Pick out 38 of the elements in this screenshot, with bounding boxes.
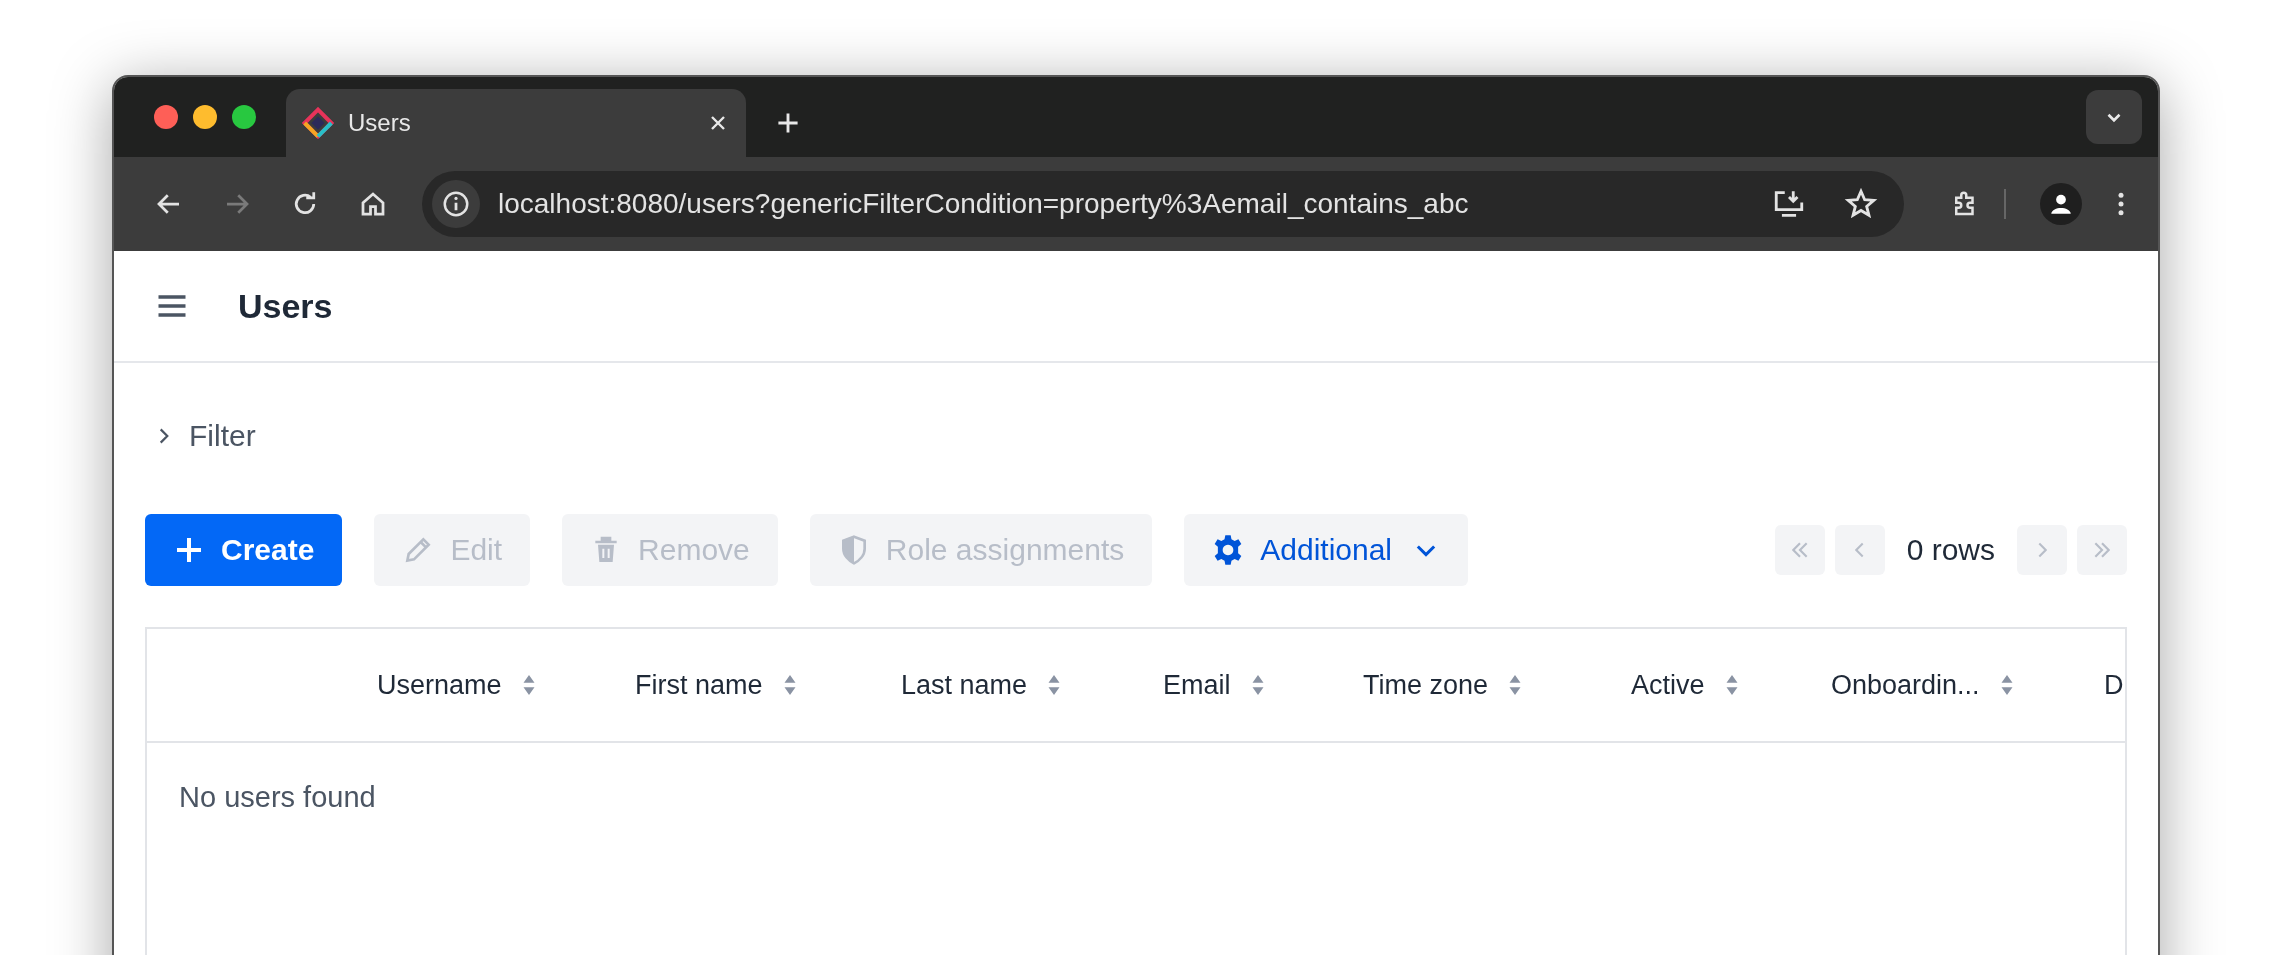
column-header[interactable]: First name bbox=[635, 669, 763, 701]
sort-icon[interactable] bbox=[1047, 674, 1062, 696]
new-tab-icon[interactable] bbox=[776, 111, 800, 135]
double-chevron-left-icon bbox=[1791, 542, 1808, 558]
page-title: Users bbox=[238, 286, 333, 326]
maximize-window-icon[interactable] bbox=[232, 105, 256, 129]
sort-icon[interactable] bbox=[521, 674, 536, 696]
double-chevron-right-icon bbox=[2094, 542, 2110, 558]
empty-message: No users found bbox=[178, 780, 377, 815]
sort-icon[interactable] bbox=[1250, 674, 1265, 696]
column-header[interactable]: Last name bbox=[901, 669, 1028, 701]
sort-icon[interactable] bbox=[1724, 674, 1739, 696]
browser-tab[interactable]: Users bbox=[286, 89, 746, 157]
column-header[interactable]: Time zone bbox=[1363, 669, 1489, 701]
sort-icon[interactable] bbox=[1508, 674, 1523, 696]
chevron-left-icon bbox=[1855, 542, 1865, 558]
site-info-button[interactable] bbox=[432, 180, 480, 228]
column-header[interactable]: Username bbox=[377, 669, 502, 701]
column-header[interactable]: D bbox=[2104, 669, 2124, 701]
address-bar[interactable]: localhost:8080/users?genericFilterCondition=property%3Aemail_contains_abc bbox=[422, 171, 1904, 237]
row-count: 0 rows bbox=[1906, 533, 1995, 567]
column-header[interactable]: Email bbox=[1163, 669, 1231, 701]
minimize-window-icon[interactable] bbox=[193, 105, 217, 129]
create-button[interactable]: Create bbox=[145, 514, 343, 586]
chevron-right-icon bbox=[2037, 542, 2047, 558]
additional-dropdown-button[interactable]: Additional bbox=[1184, 514, 1469, 586]
column-header[interactable]: Onboardin... bbox=[1831, 669, 1980, 701]
filter-toggle[interactable]: Filter bbox=[153, 419, 256, 453]
info-icon bbox=[441, 189, 471, 219]
sort-icon[interactable] bbox=[1999, 674, 2014, 696]
url-text: localhost:8080/users?genericFilterCondition=property%3Aemail_contains_abc bbox=[498, 188, 1470, 220]
profile-avatar[interactable] bbox=[2040, 183, 2082, 225]
tab-title: Users bbox=[348, 109, 412, 137]
close-window-icon[interactable] bbox=[154, 105, 178, 129]
diamond-logo-icon bbox=[302, 107, 334, 139]
sort-icon[interactable] bbox=[782, 674, 797, 696]
column-header[interactable]: Active bbox=[1631, 669, 1705, 701]
bookmark-star-icon[interactable] bbox=[1844, 187, 1878, 221]
